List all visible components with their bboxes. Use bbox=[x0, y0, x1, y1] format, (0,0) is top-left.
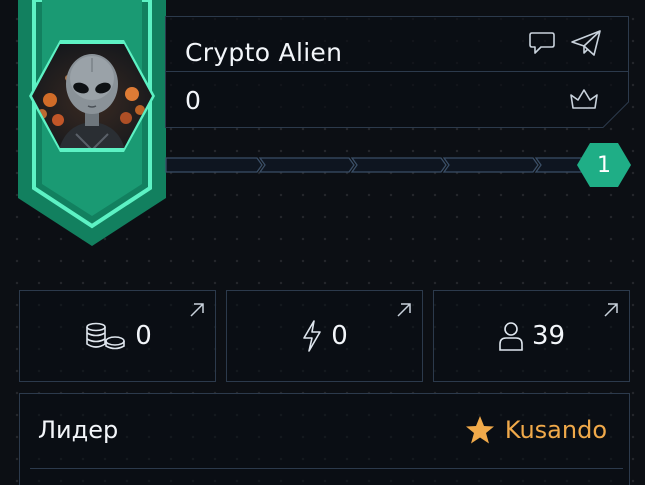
crown-icon bbox=[570, 89, 598, 109]
send-icon bbox=[571, 30, 601, 56]
leader-label: Лидер bbox=[38, 416, 119, 444]
stat-card-coins[interactable]: 0 bbox=[19, 290, 216, 382]
energy-value: 0 bbox=[331, 321, 348, 351]
level-number: 1 bbox=[597, 152, 611, 178]
star-icon bbox=[465, 416, 494, 444]
leader-name: Kusando bbox=[504, 416, 607, 444]
avatar[interactable] bbox=[28, 38, 156, 154]
stat-card-referrals[interactable]: 39 bbox=[433, 290, 630, 382]
panel-frame bbox=[165, 16, 629, 128]
leader-link[interactable]: Kusando bbox=[465, 415, 607, 445]
user-icon bbox=[498, 320, 524, 352]
stat-card-energy[interactable]: 0 bbox=[226, 290, 423, 382]
player-info-panel: Crypto Alien 0 bbox=[165, 16, 629, 128]
lightning-icon bbox=[301, 319, 323, 353]
chat-icon bbox=[529, 32, 555, 54]
divider bbox=[30, 468, 623, 469]
chat-button[interactable] bbox=[526, 27, 558, 59]
player-score: 0 bbox=[185, 86, 201, 115]
player-name: Crypto Alien bbox=[185, 38, 343, 67]
level-progress-bar bbox=[165, 157, 591, 173]
leader-panel: Лидер Kusando bbox=[19, 393, 630, 485]
referrals-value: 39 bbox=[531, 321, 566, 351]
coins-value: 0 bbox=[135, 321, 152, 351]
coins-icon bbox=[83, 320, 127, 352]
send-button[interactable] bbox=[570, 27, 602, 59]
profile-header: Crypto Alien 0 1 bbox=[0, 0, 645, 260]
